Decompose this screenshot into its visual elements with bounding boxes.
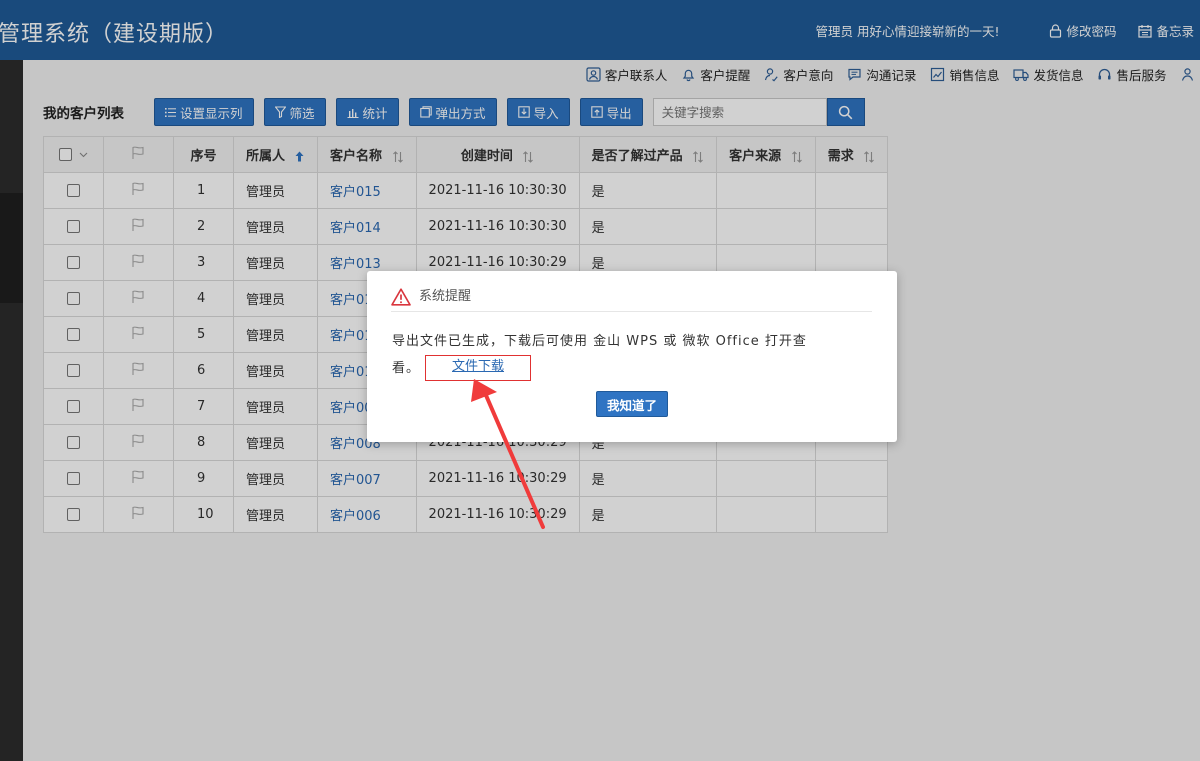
dialog-title: 系统提醒 [419,289,472,304]
acknowledge-button[interactable]: 我知道了 [596,391,668,417]
warning-icon [391,288,411,306]
system-alert-dialog: 系统提醒 导出文件已生成，下载后可使用 金山 WPS 或 微软 Office 打… [367,271,897,442]
dialog-header: 系统提醒 [391,288,872,312]
file-download-link[interactable]: 文件下载 [425,355,532,381]
dialog-body: 导出文件已生成，下载后可使用 金山 WPS 或 微软 Office 打开查看。文… [392,328,832,382]
